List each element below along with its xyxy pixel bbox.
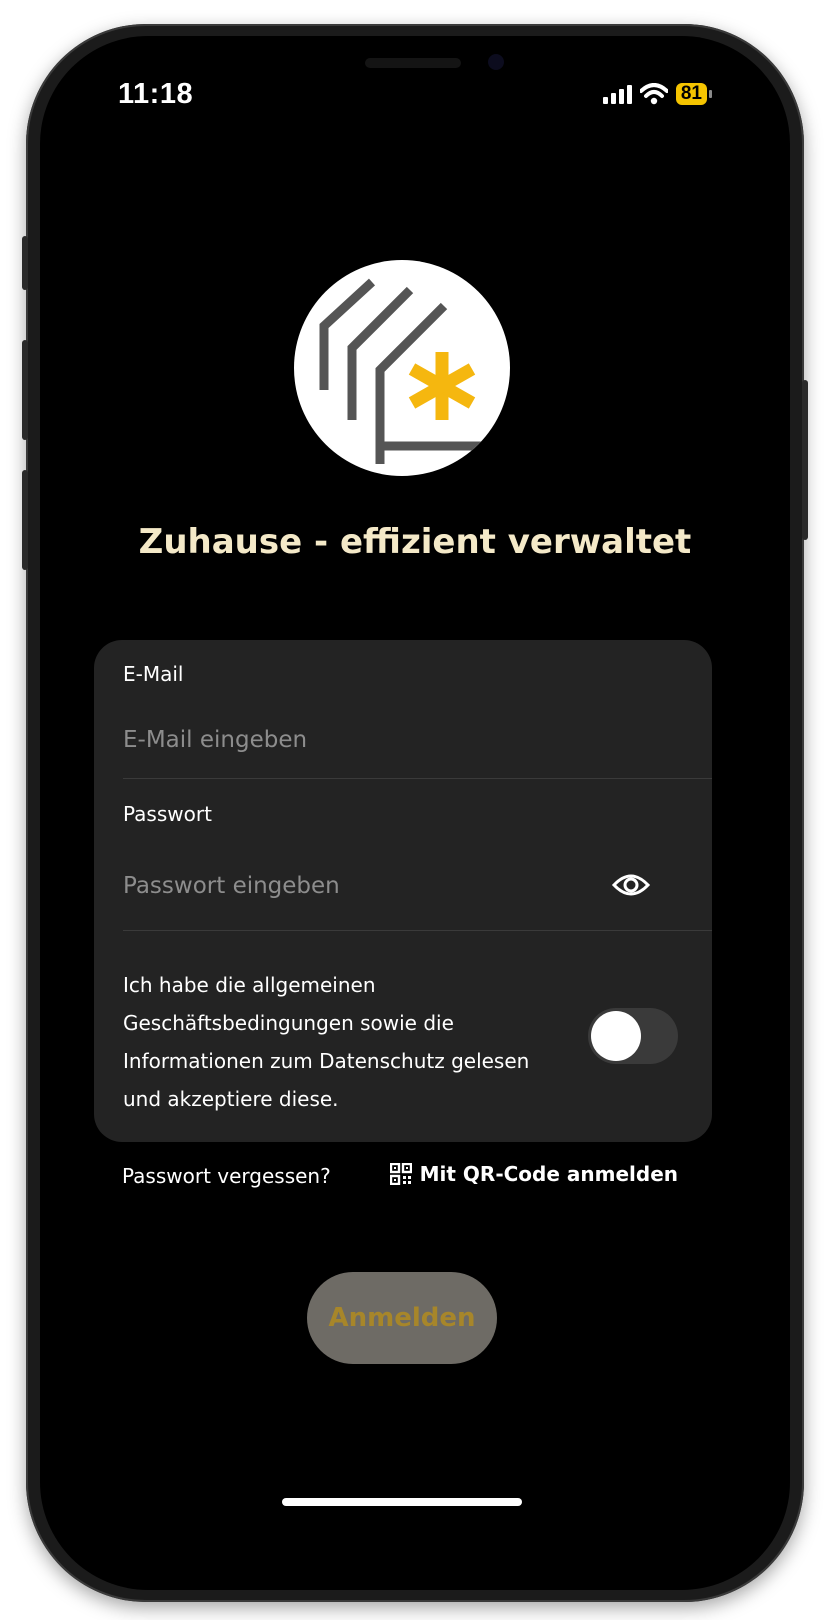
terms-text: Ich habe die allgemeinen Geschäftsbeding… bbox=[123, 973, 530, 1111]
battery-icon: 81 bbox=[675, 83, 712, 105]
eye-icon bbox=[612, 874, 650, 896]
status-time: 11:18 bbox=[118, 78, 194, 110]
battery-tip bbox=[709, 90, 712, 98]
email-label: E-Mail bbox=[123, 662, 184, 686]
battery-level: 81 bbox=[675, 83, 707, 105]
password-visibility-toggle[interactable] bbox=[610, 864, 652, 906]
email-divider bbox=[123, 778, 712, 779]
speaker bbox=[365, 58, 461, 68]
side-button-power bbox=[802, 380, 808, 540]
notch bbox=[220, 36, 610, 124]
page: 11:18 81 Zuhause - effizient verwaltet E… bbox=[0, 0, 830, 1620]
terms-toggle[interactable] bbox=[588, 1008, 678, 1064]
wifi-icon bbox=[639, 83, 668, 105]
home-indicator[interactable] bbox=[282, 1498, 522, 1506]
login-form-card: E-Mail Passwort Ich habe die allgemeinen… bbox=[94, 640, 712, 1142]
forgot-password-link[interactable]: Passwort vergessen? bbox=[122, 1164, 331, 1188]
app-logo bbox=[294, 260, 510, 476]
email-field[interactable] bbox=[123, 720, 593, 760]
signal-icon bbox=[602, 84, 632, 104]
qr-login-label: Mit QR-Code anmelden bbox=[419, 1162, 678, 1186]
terms-toggle-knob bbox=[591, 1011, 641, 1061]
side-button-volume-down bbox=[22, 470, 28, 570]
status-icons: 81 bbox=[602, 83, 712, 105]
login-button[interactable]: Anmelden bbox=[307, 1272, 497, 1364]
side-button-volume-up bbox=[22, 340, 28, 440]
camera bbox=[488, 54, 504, 70]
app-screen: 11:18 81 Zuhause - effizient verwaltet E… bbox=[40, 36, 790, 1590]
house-logo-icon bbox=[319, 278, 510, 464]
qr-login-link[interactable]: Mit QR-Code anmelden bbox=[389, 1162, 678, 1186]
app-tagline: Zuhause - effizient verwaltet bbox=[138, 522, 692, 562]
qr-code-icon bbox=[389, 1163, 412, 1185]
password-field[interactable] bbox=[123, 866, 593, 906]
side-button-mute bbox=[22, 236, 28, 290]
password-label: Passwort bbox=[123, 802, 212, 826]
password-divider bbox=[123, 930, 712, 931]
